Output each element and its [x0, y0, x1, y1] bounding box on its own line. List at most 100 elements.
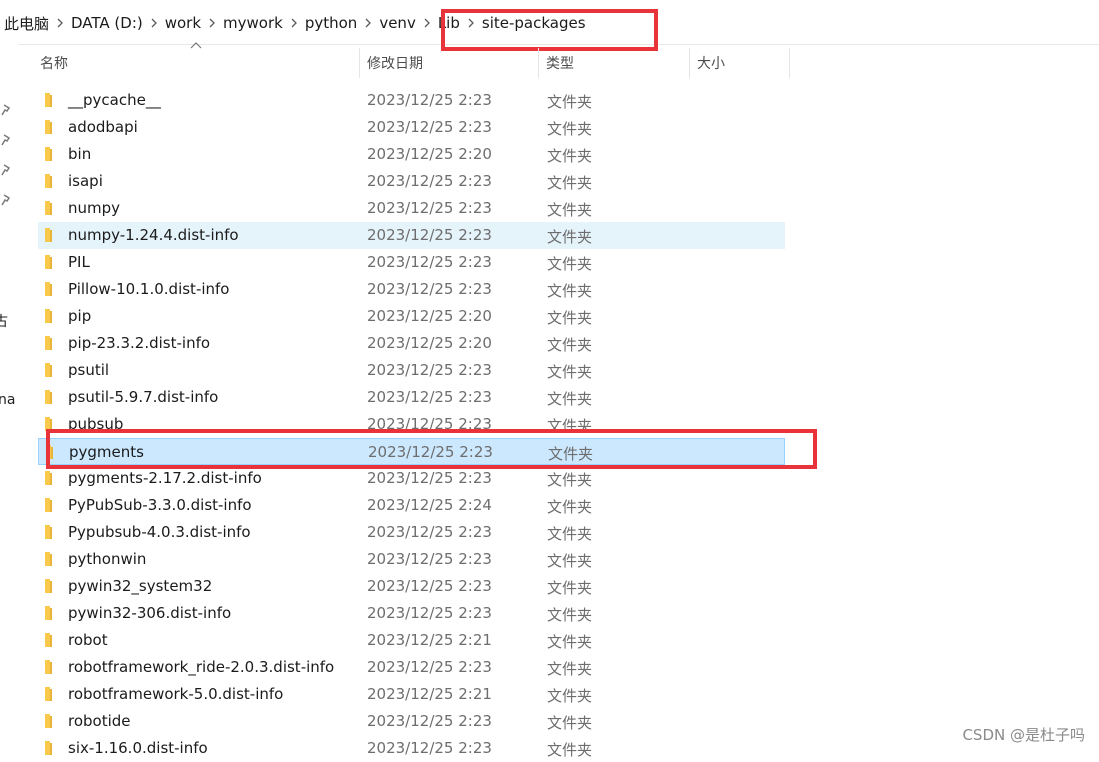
file-date: 2023/12/25 2:23: [367, 361, 492, 379]
file-row[interactable]: PyPubSub-3.3.0.dist-info 2023/12/25 2:24 文…: [38, 492, 785, 519]
file-row[interactable]: pythonwin 2023/12/25 2:23 文件夹: [38, 546, 785, 573]
chevron-right-icon[interactable]: [205, 18, 219, 28]
pin-icon[interactable]: [0, 164, 12, 178]
chevron-right-icon[interactable]: [420, 18, 434, 28]
file-date: 2023/12/25 2:23: [367, 226, 492, 244]
file-date: 2023/12/25 2:23: [367, 199, 492, 217]
file-row[interactable]: robot 2023/12/25 2:21 文件夹: [38, 627, 785, 654]
folder-icon: [45, 741, 52, 755]
column-header-type[interactable]: 类型: [546, 48, 686, 78]
column-divider[interactable]: [359, 48, 360, 78]
file-row[interactable]: robotide 2023/12/25 2:23 文件夹: [38, 708, 785, 735]
file-row[interactable]: isapi 2023/12/25 2:23 文件夹: [38, 168, 785, 195]
chevron-right-icon[interactable]: [464, 18, 478, 28]
file-row[interactable]: adodbapi 2023/12/25 2:23 文件夹: [38, 114, 785, 141]
address-bar[interactable]: 此电脑 DATA (D:) work mywork python venv Lib site-…: [0, 0, 1099, 45]
nav-item-fragment[interactable]: na: [0, 392, 15, 408]
breadcrumb-item[interactable]: 此电脑: [0, 13, 53, 34]
file-type: 文件夹: [547, 363, 593, 381]
file-type: 文件夹: [547, 390, 593, 408]
chevron-right-icon[interactable]: [53, 18, 67, 28]
file-row[interactable]: pip 2023/12/25 2:20 文件夹: [38, 303, 785, 330]
file-row[interactable]: __pycache__ 2023/12/25 2:23 文件夹: [38, 87, 785, 114]
file-name: pywin32_system32: [68, 577, 213, 595]
folder-icon: [45, 471, 52, 485]
file-type: 文件夹: [547, 714, 593, 732]
folder-icon: [45, 714, 52, 728]
pin-icon[interactable]: [0, 134, 12, 148]
folder-icon: [45, 660, 52, 674]
file-row[interactable]: pywin32_system32 2023/12/25 2:23 文件夹: [38, 573, 785, 600]
chevron-right-icon[interactable]: [147, 18, 161, 28]
file-row[interactable]: pygments 2023/12/25 2:23 文件夹: [38, 438, 785, 465]
file-type: 文件夹: [547, 120, 593, 138]
file-date: 2023/12/25 2:23: [367, 280, 492, 298]
column-header-size[interactable]: 大小: [697, 48, 787, 78]
file-date: 2023/12/25 2:21: [367, 631, 492, 649]
file-row[interactable]: robotframework_ride-2.0.3.dist-info 2023/…: [38, 654, 785, 681]
chevron-right-icon[interactable]: [361, 18, 375, 28]
folder-icon: [45, 687, 52, 701]
file-name: pywin32-306.dist-info: [68, 604, 232, 622]
pin-icon[interactable]: [0, 194, 12, 208]
file-row[interactable]: numpy 2023/12/25 2:23 文件夹: [38, 195, 785, 222]
file-type: 文件夹: [547, 633, 593, 651]
file-row[interactable]: psutil 2023/12/25 2:23 文件夹: [38, 357, 785, 384]
file-type: 文件夹: [547, 282, 593, 300]
folder-icon: [45, 552, 52, 566]
file-row[interactable]: Pypubsub-4.0.3.dist-info 2023/12/25 2:23 文…: [38, 519, 785, 546]
column-divider[interactable]: [789, 48, 790, 78]
file-row[interactable]: psutil-5.9.7.dist-info 2023/12/25 2:23 文件夹: [38, 384, 785, 411]
breadcrumb-item[interactable]: work: [161, 14, 205, 32]
file-row[interactable]: six-1.16.0.dist-info 2023/12/25 2:23 文件夹: [38, 735, 785, 762]
column-divider[interactable]: [689, 48, 690, 78]
file-row[interactable]: bin 2023/12/25 2:20 文件夹: [38, 141, 785, 168]
file-date: 2023/12/25 2:23: [367, 469, 492, 487]
file-name: Pypubsub-4.0.3.dist-info: [68, 523, 251, 541]
file-name: Pillow-10.1.0.dist-info: [68, 280, 230, 298]
file-date: 2023/12/25 2:23: [367, 577, 492, 595]
folder-icon: [46, 445, 53, 459]
file-type: 文件夹: [547, 687, 593, 705]
file-row[interactable]: pip-23.3.2.dist-info 2023/12/25 2:20 文件夹: [38, 330, 785, 357]
file-date: 2023/12/25 2:23: [367, 388, 492, 406]
folder-icon: [45, 633, 52, 647]
folder-icon: [45, 498, 52, 512]
file-date: 2023/12/25 2:23: [367, 739, 492, 757]
file-name: pygments-2.17.2.dist-info: [68, 469, 262, 487]
breadcrumb-item[interactable]: venv: [375, 14, 420, 32]
file-date: 2023/12/25 2:23: [367, 658, 492, 676]
file-type: 文件夹: [547, 147, 593, 165]
file-type: 文件夹: [547, 471, 593, 489]
file-type: 文件夹: [547, 309, 593, 327]
file-name: PIL: [68, 253, 90, 271]
breadcrumb-item[interactable]: DATA (D:): [67, 14, 147, 32]
breadcrumb-item[interactable]: Lib: [434, 14, 464, 32]
navigation-pane[interactable]: 古 na: [0, 44, 18, 753]
nav-item-fragment[interactable]: 古: [0, 311, 8, 331]
file-row[interactable]: PIL 2023/12/25 2:23 文件夹: [38, 249, 785, 276]
column-header-name[interactable]: 名称: [40, 48, 358, 78]
file-row[interactable]: numpy-1.24.4.dist-info 2023/12/25 2:23 文件夹: [38, 222, 785, 249]
column-divider[interactable]: [538, 48, 539, 78]
breadcrumb-item[interactable]: site-packages: [478, 14, 590, 32]
pin-icon[interactable]: [0, 104, 12, 118]
breadcrumb-item[interactable]: python: [301, 14, 361, 32]
column-header-date[interactable]: 修改日期: [367, 48, 537, 78]
file-row[interactable]: Pillow-10.1.0.dist-info 2023/12/25 2:23 文件…: [38, 276, 785, 303]
file-type: 文件夹: [547, 552, 593, 570]
file-row[interactable]: pubsub 2023/12/25 2:23 文件夹: [38, 411, 785, 438]
file-date: 2023/12/25 2:20: [367, 307, 492, 325]
breadcrumb-item[interactable]: mywork: [219, 14, 287, 32]
file-row[interactable]: pywin32-306.dist-info 2023/12/25 2:23 文件夹: [38, 600, 785, 627]
file-name: PyPubSub-3.3.0.dist-info: [68, 496, 252, 514]
chevron-right-icon[interactable]: [287, 18, 301, 28]
file-row[interactable]: pygments-2.17.2.dist-info 2023/12/25 2:23…: [38, 465, 785, 492]
file-type: 文件夹: [548, 445, 594, 463]
file-row[interactable]: robotframework-5.0.dist-info 2023/12/25 2…: [38, 681, 785, 708]
file-type: 文件夹: [547, 201, 593, 219]
folder-icon: [45, 309, 52, 323]
folder-icon: [45, 363, 52, 377]
file-type: 文件夹: [547, 579, 593, 597]
file-type: 文件夹: [547, 660, 593, 678]
